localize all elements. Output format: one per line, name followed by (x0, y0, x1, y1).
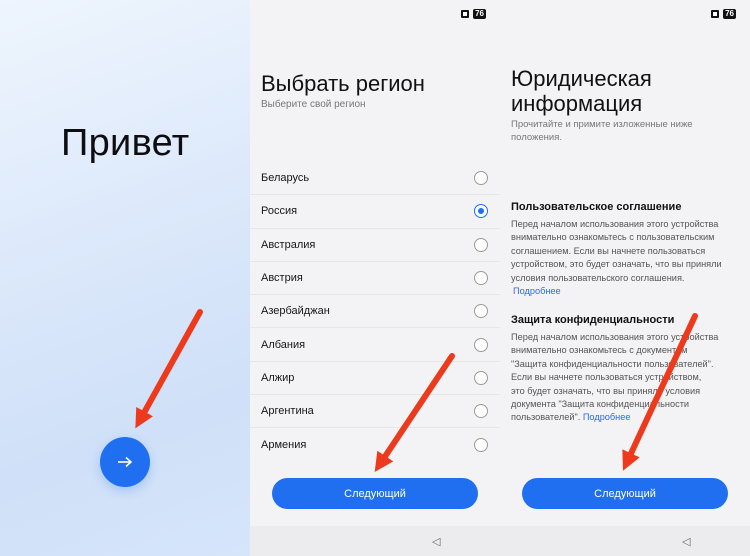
page-title-line-2: информация (511, 91, 643, 116)
navigation-bar: ◁ (500, 526, 750, 556)
radio-selected-icon[interactable] (474, 204, 488, 219)
privacy-line: Если вы начнете пользоваться устройством… (511, 372, 702, 383)
radio-unselected-icon[interactable] (474, 337, 488, 352)
privacy-line: "Защита конфиденциальности пользователей… (511, 358, 714, 369)
radio-unselected-icon[interactable] (474, 404, 488, 419)
radio-unselected-icon[interactable] (474, 370, 488, 385)
page-subtitle: Выберите свой регион (261, 99, 366, 110)
privacy-line: документа "Защита конфиденциальности (511, 399, 690, 410)
battery-level: 76 (723, 9, 736, 19)
privacy-title: Защита конфиденциальности (511, 314, 675, 326)
agreement-line: Перед началом использования этого устрой… (511, 219, 719, 229)
region-label: Беларусь (261, 172, 310, 185)
navigation-bar: ◁ (250, 526, 500, 556)
agreement-text: Перед началом использования этого устрой… (511, 218, 743, 298)
privacy-more-link[interactable]: Подробнее (583, 412, 631, 422)
region-label: Аргентина (261, 405, 314, 418)
region-row[interactable]: Армения (250, 428, 500, 461)
region-row[interactable]: Аргентина (250, 395, 500, 429)
radio-unselected-icon[interactable] (474, 438, 488, 453)
agreement-line: внимательно ознакомьтесь с пользовательс… (511, 232, 715, 243)
privacy-line: внимательно ознакомьтесь с документом (511, 345, 688, 356)
back-icon[interactable]: ◁ (682, 535, 690, 548)
next-button[interactable]: Следующий (522, 478, 728, 509)
legal-screen: 76 Юридическая информация Прочитайте и п… (500, 0, 750, 556)
region-list: Беларусь Россия Австралия Австрия Азербайджа… (250, 162, 500, 462)
notification-icon (711, 10, 720, 18)
region-label: Азербайджан (261, 305, 330, 318)
privacy-text: Перед началом использования этого устрой… (511, 331, 743, 425)
status-bar: 76 (461, 9, 486, 19)
agreement-line: условия пользовательского соглашения. (511, 272, 685, 283)
next-arrow-button[interactable] (100, 437, 150, 487)
region-label: Австрия (261, 272, 303, 285)
page-subtitle-line-2: положения. (511, 132, 563, 143)
radio-unselected-icon[interactable] (474, 304, 488, 319)
page-title-line-1: Юридическая (511, 66, 652, 91)
privacy-line: это будет означать, что вы приняли услов… (511, 385, 701, 396)
next-button[interactable]: Следующий (272, 478, 478, 509)
agreement-line: соглашением. Если вы начнете пользоватьс… (511, 245, 706, 256)
region-label: Алжир (261, 371, 295, 384)
region-row[interactable]: Алжир (250, 362, 500, 396)
radio-unselected-icon[interactable] (474, 171, 488, 186)
privacy-line: Перед началом использования этого устрой… (511, 332, 719, 342)
region-row[interactable]: Австрия (250, 262, 500, 296)
status-bar: 76 (711, 9, 736, 19)
radio-unselected-icon[interactable] (474, 271, 488, 286)
region-row[interactable]: Азербайджан (250, 295, 500, 329)
arrow-right-icon (118, 456, 133, 468)
region-screen: 76 Выбрать регион Выберите свой регион Б… (250, 0, 500, 556)
page-title: Выбрать регион (261, 71, 425, 96)
back-icon[interactable]: ◁ (432, 535, 440, 548)
region-row[interactable]: Албания (250, 328, 500, 362)
region-row[interactable]: Россия (250, 195, 500, 229)
region-label: Албания (261, 338, 306, 351)
agreement-line: устройством, это будет означать, что вы … (511, 259, 722, 270)
region-row[interactable]: Австралия (250, 229, 500, 262)
welcome-title: Привет (61, 122, 190, 164)
region-label: Армения (261, 439, 307, 452)
radio-unselected-icon[interactable] (474, 237, 488, 252)
page-subtitle-line-1: Прочитайте и примите изложенные ниже (511, 119, 693, 130)
notification-icon (461, 10, 470, 18)
region-label: Россия (261, 205, 298, 218)
privacy-line: пользователей". (511, 412, 581, 423)
battery-level: 76 (473, 9, 486, 19)
agreement-more-link[interactable]: Подробнее (513, 286, 561, 296)
welcome-screen: Привет (0, 0, 250, 556)
region-label: Австралия (261, 238, 316, 251)
agreement-title: Пользовательское соглашение (511, 201, 682, 213)
region-row[interactable]: Беларусь (250, 162, 500, 196)
